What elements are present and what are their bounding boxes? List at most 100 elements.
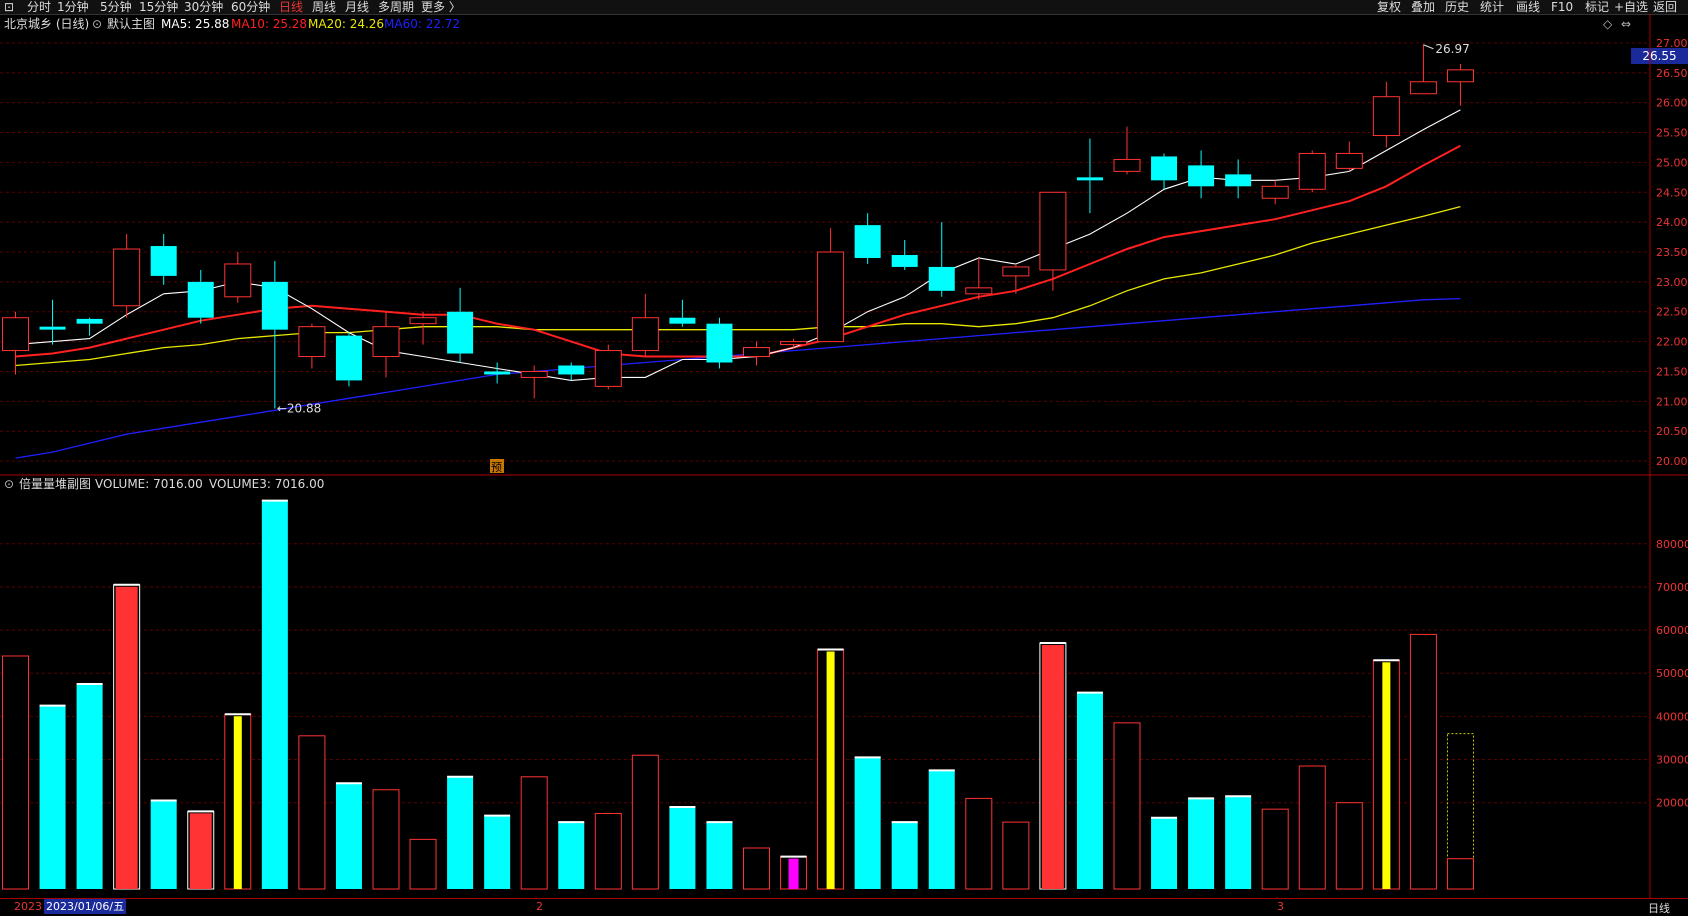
volume-bar xyxy=(1261,808,1289,890)
volume-bar xyxy=(1076,692,1103,889)
volume-bar xyxy=(1335,802,1363,890)
volume-bar xyxy=(1446,858,1474,890)
candle-body xyxy=(891,254,918,267)
volume-bar xyxy=(558,822,585,889)
price-tick-label: 21.00 xyxy=(1656,395,1688,408)
volume-bar xyxy=(2,655,29,890)
candle-body xyxy=(594,350,622,387)
candle-body xyxy=(1076,177,1103,181)
price-tick-label: 22.50 xyxy=(1656,306,1688,319)
candle-body xyxy=(1261,185,1289,199)
candle-body xyxy=(1409,81,1437,95)
volume-bar xyxy=(965,797,993,890)
candle-body xyxy=(669,317,696,324)
price-tick-label: 24.00 xyxy=(1656,216,1688,229)
candle-body xyxy=(2,317,29,352)
price-tick-label: 23.00 xyxy=(1656,276,1688,289)
candle-body xyxy=(1298,152,1326,190)
volume-bar xyxy=(1151,817,1178,889)
candle-body xyxy=(1188,165,1215,187)
volume-bar xyxy=(928,770,955,889)
candle-body xyxy=(1039,191,1067,271)
volume-bar xyxy=(76,684,103,889)
price-tick-label: 20.00 xyxy=(1656,455,1688,468)
high-marker-line xyxy=(1423,44,1434,50)
candle-body xyxy=(372,326,400,358)
ma60-line xyxy=(15,297,1461,459)
candle-body xyxy=(928,266,955,291)
pre-marker-label: 预 xyxy=(491,461,502,474)
volume-fill xyxy=(115,586,138,889)
volume-bar xyxy=(39,705,66,889)
candle-body xyxy=(1446,69,1474,83)
volume-bar xyxy=(1298,765,1326,890)
price-tick-label: 26.00 xyxy=(1656,97,1688,110)
candle-body xyxy=(706,323,733,363)
volume-bar xyxy=(631,754,659,890)
candle-body xyxy=(39,326,66,330)
volume-bar xyxy=(520,776,548,890)
low-price-label: ←20.88 xyxy=(277,401,321,415)
volume-bar xyxy=(594,812,622,890)
volume-fill xyxy=(826,651,835,889)
price-tick-label: 21.50 xyxy=(1656,365,1688,378)
candle-body xyxy=(780,341,808,346)
volume-bar xyxy=(298,735,326,890)
volume-fill xyxy=(1382,662,1391,889)
price-tick-label: 23.50 xyxy=(1656,246,1688,259)
candle-body xyxy=(113,248,141,307)
volume-tick-label: 60000 xyxy=(1656,624,1688,637)
volume-bar xyxy=(335,783,362,889)
price-tick-label: 27.00 xyxy=(1656,37,1688,50)
candle-body xyxy=(558,365,585,375)
volume-bar xyxy=(150,800,177,889)
price-tick-label: 25.50 xyxy=(1656,127,1688,140)
candle-body xyxy=(484,371,511,375)
candle-body xyxy=(854,225,881,258)
volume-bar xyxy=(1113,722,1141,890)
candle-body xyxy=(1225,174,1252,187)
candle-body xyxy=(1372,96,1400,137)
candle-body xyxy=(631,317,659,352)
high-price-label: 26.97 xyxy=(1435,42,1469,56)
axis-year: 2023 xyxy=(14,900,42,913)
candle-body xyxy=(1335,152,1363,169)
candle-body xyxy=(1151,156,1178,181)
volume-bar xyxy=(891,822,918,889)
volume-tick-label: 80000 xyxy=(1656,538,1688,551)
volume-tick-label: 30000 xyxy=(1656,754,1688,767)
candle-body xyxy=(447,311,474,354)
volume-bar xyxy=(261,500,288,889)
kline-chart[interactable]: 27.00 26.50 26.00 25.50 25.00 24.50 24.00 23.50… xyxy=(0,0,1688,914)
candle-body xyxy=(409,317,437,325)
candle-body xyxy=(261,281,288,330)
axis-month-2: 2 xyxy=(536,900,543,913)
price-tick-label: 22.00 xyxy=(1656,336,1688,349)
price-tick-label: 25.00 xyxy=(1656,156,1688,169)
volume-bar xyxy=(743,847,770,890)
volume-tick-label: 40000 xyxy=(1656,710,1688,723)
volume-tick-label: 70000 xyxy=(1656,581,1688,594)
candle-body xyxy=(817,251,845,343)
volume-bar xyxy=(484,815,511,889)
candle-body xyxy=(187,281,214,318)
cursor-date: 2023/01/06/五 xyxy=(44,899,127,914)
volume-fill xyxy=(233,716,242,889)
volume-bar xyxy=(1188,798,1215,889)
volume-fill xyxy=(1041,645,1064,889)
candle-body xyxy=(298,326,326,358)
axis-month-3: 3 xyxy=(1277,900,1284,913)
price-tick-label: 20.50 xyxy=(1656,425,1688,438)
price-tick-label: 24.50 xyxy=(1656,186,1688,199)
volume-bar xyxy=(1002,821,1030,890)
candle-body xyxy=(150,246,177,276)
volume-bar xyxy=(409,838,437,890)
candle-body xyxy=(743,347,770,358)
volume-bar xyxy=(1409,633,1437,890)
volume-bar xyxy=(706,822,733,889)
volume-bar xyxy=(447,776,474,889)
volume-fill xyxy=(788,858,799,889)
date-axis: 2023 2023/01/06/五 2 3 日线 xyxy=(0,898,1688,915)
candle-body xyxy=(520,370,548,378)
volume-bar xyxy=(854,757,881,889)
